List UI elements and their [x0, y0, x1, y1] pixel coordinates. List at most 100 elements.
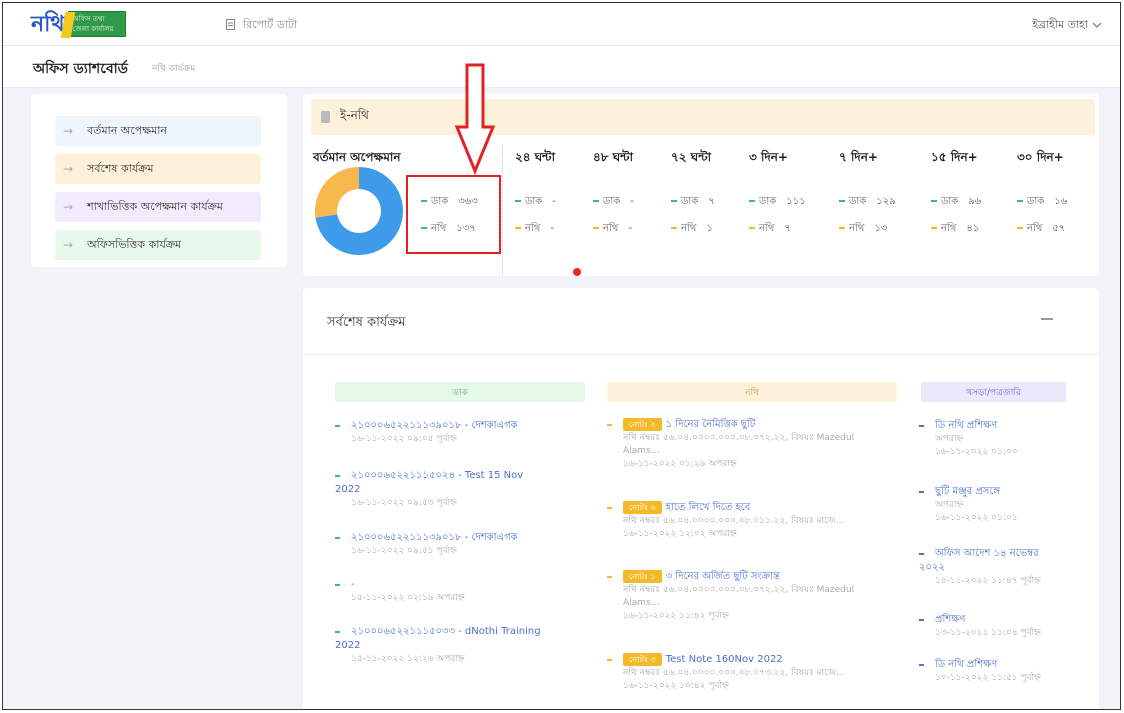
- dak-item[interactable]: ২১০০০৬৫২২১১১৩৯০১৮ - দেশকাএগক ১৬-১১-২০২২ ০…: [335, 531, 595, 558]
- divider: [303, 354, 1099, 355]
- bullet: [919, 664, 924, 666]
- period-nothi-cell[interactable]: নথি -: [593, 221, 632, 238]
- sidebar-item-latest-activity[interactable]: → সর্বশেষ কার্যক্রম: [55, 154, 261, 184]
- legend-dash: [671, 200, 677, 202]
- period-nothi-cell[interactable]: নথি ১: [671, 221, 713, 238]
- logo[interactable]: নথি অফিস তথ্য জেলা কার্যালয়: [31, 11, 126, 37]
- period-nothi-cell[interactable]: নথি ৫৭: [1017, 221, 1065, 238]
- dak-item-title[interactable]: ২১০০০৬৫২২১১১৫০২৪ - Test 15 Nov: [351, 469, 595, 483]
- period-heading: ৩০ দিন+: [1017, 150, 1064, 164]
- period-dak-count: -: [630, 196, 634, 207]
- draft-item-title[interactable]: ডি নথি প্রশিক্ষণ: [935, 658, 1079, 672]
- app-window: নথি অফিস তথ্য জেলা কার্যালয় রিপোর্ট ডাট…: [2, 2, 1121, 710]
- nothi-item-title-text: ৩ দিনের অর্জিত ছুটি সংক্রান্ত: [665, 571, 780, 582]
- top-navbar: নথি অফিস তথ্য জেলা কার্যালয় রিপোর্ট ডাট…: [3, 3, 1120, 46]
- nothi-item-title[interactable]: নোটঃ ২১ দিনের নৈমিত্তিক ছুটি: [623, 418, 897, 432]
- period-heading: ৩ দিন+: [749, 150, 788, 164]
- period-dak-cell[interactable]: ডাক ১৬: [1017, 194, 1067, 211]
- nothi-item-meta: নথি নম্বরঃ ৫৬.০৪.০০০০.০০০.০৮.০৭৩.২২, বিষ…: [623, 668, 845, 678]
- nothi-item[interactable]: নোটঃ ৬ হাতে লিখে দিতে হবে নথি নম্বরঃ ৫৬.০৪…: [607, 501, 897, 541]
- document-icon: [321, 111, 330, 123]
- dak-item-title[interactable]: ২১০০০৬৫২২১১১৫০৩৩ - dNothi Training: [351, 625, 595, 639]
- nothi-item[interactable]: নোটঃ ১৩ দিনের অর্জিত ছুটি সংক্রান্ত নথি ন…: [607, 570, 897, 623]
- draft-item-title[interactable]: অফিস আদেশ ১৪ নভেম্বর: [935, 547, 1079, 561]
- bullet: [335, 631, 340, 633]
- legend-dash: [931, 227, 937, 229]
- draft-item-title-text: ডি নথি প্রশিক্ষণ: [935, 420, 998, 431]
- draft-item-title-text: ডি নথি প্রশিক্ষণ: [935, 659, 998, 670]
- dak-item-title[interactable]: -: [351, 578, 595, 592]
- nothi-item-title-text: ১ দিনের নৈমিত্তিক ছুটি: [665, 419, 756, 430]
- report-data-link[interactable]: রিপোর্ট ডাটা: [226, 16, 297, 35]
- period-nothi-cell[interactable]: নথি ৪১: [931, 221, 979, 238]
- dak-item-meta: ১৫-১১-২০২২ ১২:২৬ অপরাহ্ন: [351, 654, 465, 664]
- dak-item[interactable]: - ১৫-১১-২০২২ ০২:১৯ অপরাহ্ন: [335, 578, 595, 605]
- draft-item[interactable]: প্রশিক্ষণ ১৩-১১-২০২২ ১১:০৪ পূর্বাহ্ন: [919, 613, 1079, 640]
- breadcrumb[interactable]: নথি কার্যক্রম: [152, 61, 195, 76]
- nothi-item-title[interactable]: নোটঃ ৩ Test Note 160Nov 2022: [623, 653, 897, 667]
- note-tag: নোটঃ ১: [623, 570, 662, 583]
- period-dak-cell[interactable]: ডাক -: [515, 194, 556, 211]
- dak-item-title[interactable]: ২১০০০৬৫২২১১১৩৯০১৮ - দেশকাএগক: [351, 531, 595, 545]
- draft-item[interactable]: ছুটি মঞ্জুর প্রসঙ্গে অপরাহ্ন ১৬-১১-২০২২ ০১…: [919, 485, 1079, 525]
- nothi-item-title-text: Test Note 160Nov 2022: [665, 654, 783, 665]
- bullet: [335, 475, 340, 477]
- dak-item-title-text: -: [351, 579, 355, 590]
- sidebar-item-branch-pending[interactable]: → শাখাভিত্তিক অপেক্ষমান কার্যক্রম: [55, 192, 261, 222]
- period-dak-cell[interactable]: ডাক ১২৯: [839, 194, 896, 211]
- dak-item-meta: ১৫-১১-২০২২ ০২:১৯ অপরাহ্ন: [351, 593, 465, 603]
- dak-item[interactable]: ২১০০০৬৫২২১১১৫০২৪ - Test 15 Nov 2022 ১৬-১১-…: [335, 469, 595, 510]
- draft-item[interactable]: ডি নথি প্রশিক্ষণ ১০-১১-২০২২ ১১:৫১ পূর্বাহ…: [919, 658, 1079, 685]
- period-dak-cell[interactable]: ডাক ৯৬: [931, 194, 981, 211]
- enothi-title: ই-নথি: [340, 108, 369, 122]
- nothi-item-meta: নথি নম্বরঃ ৫৬.০৪.০০০০.০০০.০৮.০৭২.২২, বিষ…: [623, 585, 855, 595]
- draft-item-title[interactable]: প্রশিক্ষণ: [935, 613, 1079, 627]
- period-dak-count: ৯৬: [968, 196, 982, 207]
- sidebar-item-office-activity[interactable]: → অফিসভিত্তিক কার্যক্রম: [55, 230, 261, 260]
- period-nothi-cell[interactable]: নথি ৭: [749, 221, 791, 238]
- legend-dash: [593, 227, 599, 229]
- logo-sub1: অফিস তথ্য: [72, 15, 105, 23]
- nothi-item-meta: নথি নম্বরঃ ৫৬.০৪.০০০০.০০০.০৮.০৭২.২২, বিষ…: [623, 433, 855, 443]
- draft-item-title-text: প্রশিক্ষণ: [935, 614, 966, 625]
- draft-item[interactable]: অফিস আদেশ ১৪ নভেম্বর ২০২২ ১৪-১১-২০২২ ১১:৪৭…: [919, 547, 1079, 588]
- dak-item-title-text: ২১০০০৬৫২২১১১৩৯০১৮ - দেশকাএগক: [351, 532, 518, 543]
- draft-item-title-text: ছুটি মঞ্জুর প্রসঙ্গে: [935, 486, 1001, 497]
- period-dak-cell[interactable]: ডাক ৭: [671, 194, 715, 211]
- period-dak-count: ১২৯: [876, 196, 896, 207]
- draft-item[interactable]: ডি নথি প্রশিক্ষণ অপরাহ্ন ১৬-১১-২০২২ ০১:০০: [919, 419, 1079, 459]
- collapse-icon[interactable]: [1041, 318, 1053, 320]
- nothi-item[interactable]: নোটঃ ৩ Test Note 160Nov 2022 নথি নম্বরঃ ৫৬…: [607, 653, 897, 693]
- dak-item-title[interactable]: ২১০০০৬৫২২১১১৩৯০১৮ - দেশকাএগক: [351, 419, 595, 433]
- bullet: [335, 584, 340, 586]
- legend-dash: [515, 200, 521, 202]
- nothi-label: নথি: [681, 223, 697, 234]
- dak-item[interactable]: ২১০০০৬৫২২১১১৫০৩৩ - dNothi Training 2022 ১৫…: [335, 625, 595, 666]
- period-nothi-cell[interactable]: নথি -: [515, 221, 554, 238]
- period-nothi-count: ৭: [784, 223, 791, 234]
- bullet: [335, 425, 340, 427]
- draft-item-title[interactable]: ছুটি মঞ্জুর প্রসঙ্গে: [935, 485, 1079, 499]
- period-dak-count: ৭: [708, 196, 715, 207]
- divider: [502, 145, 503, 275]
- period-dak-cell[interactable]: ডাক -: [593, 194, 634, 211]
- document-icon: [226, 18, 235, 33]
- sidebar-item-current-pending[interactable]: → বর্তমান অপেক্ষমান: [55, 116, 261, 146]
- period-dak-cell[interactable]: ডাক ১১১: [749, 194, 806, 211]
- nothi-item-title[interactable]: নোটঃ ৬ হাতে লিখে দিতে হবে: [623, 501, 897, 515]
- pending-donut-chart: [315, 167, 403, 255]
- latest-activity-title: সর্বশেষ কার্যক্রম: [327, 315, 406, 330]
- draft-item-title[interactable]: ডি নথি প্রশিক্ষণ: [935, 419, 1079, 433]
- annotation-highlight-box: [406, 175, 501, 254]
- dak-item[interactable]: ২১০০০৬৫২২১১১৩৯০১৮ - দেশকাএগক ১৬-১১-২০২২ ০…: [335, 419, 595, 446]
- nothi-item[interactable]: নোটঃ ২১ দিনের নৈমিত্তিক ছুটি নথি নম্বরঃ ৫…: [607, 418, 897, 471]
- period-nothi-cell[interactable]: নথি ১৩: [839, 221, 887, 238]
- dak-label: ডাক: [759, 196, 777, 207]
- period-nothi-count: ৪১: [966, 223, 980, 234]
- bullet: [607, 507, 612, 509]
- note-tag: নোটঃ ২: [623, 418, 662, 431]
- user-menu[interactable]: ইব্রাহীম তাহা: [1032, 16, 1102, 35]
- period-heading: ৭২ ঘন্টা: [671, 150, 712, 164]
- nothi-item-title[interactable]: নোটঃ ১৩ দিনের অর্জিত ছুটি সংক্রান্ত: [623, 570, 897, 584]
- period-dak-count: -: [552, 196, 556, 207]
